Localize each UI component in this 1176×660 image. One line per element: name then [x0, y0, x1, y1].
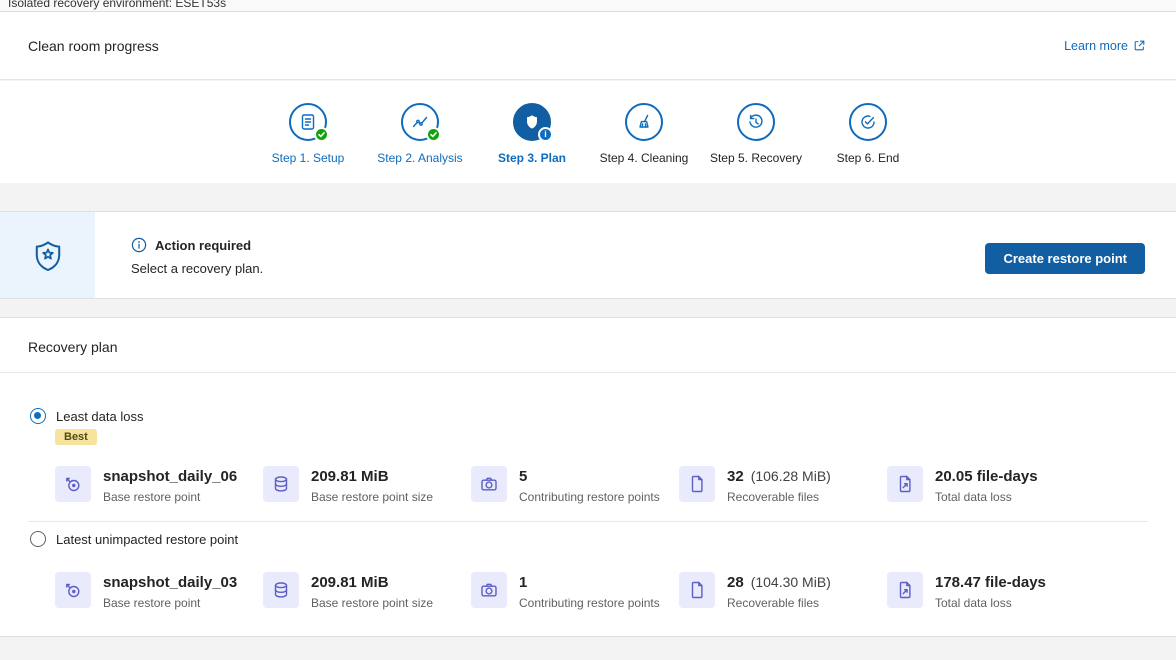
step-5-label: Step 5. Recovery — [710, 151, 802, 165]
file-arrow-icon — [887, 466, 923, 502]
stat-contributing-restore-points: 1 Contributing restore points — [471, 572, 679, 610]
plan-step-circle: i — [513, 103, 551, 141]
stat-label: Recoverable files — [727, 490, 831, 504]
step-4-cleaning[interactable]: Step 4. Cleaning — [588, 103, 700, 183]
database-icon — [263, 572, 299, 608]
divider — [0, 372, 1176, 373]
external-link-icon — [1133, 39, 1146, 52]
option-label: Least data loss — [56, 409, 143, 424]
step-3-plan[interactable]: i Step 3. Plan — [476, 103, 588, 183]
stat-value: 178.47 file-days — [935, 574, 1046, 591]
stat-label: Recoverable files — [727, 596, 831, 610]
divider — [28, 521, 1148, 522]
create-restore-point-button[interactable]: Create restore point — [985, 243, 1145, 274]
stat-value: snapshot_daily_06 — [103, 468, 237, 485]
step-1-setup[interactable]: Step 1. Setup — [252, 103, 364, 183]
stat-label: Base restore point — [103, 490, 244, 504]
least-data-loss-stats: snapshot_daily_06 Base restore point 209… — [55, 466, 1095, 504]
stat-value: 28 — [727, 574, 744, 591]
clean-room-progress-header: Clean room progress Learn more — [0, 12, 1176, 80]
step-2-analysis[interactable]: Step 2. Analysis — [364, 103, 476, 183]
recovery-restore-icon — [746, 112, 766, 132]
stat-recoverable-files: 32 (106.28 MiB) Recoverable files — [679, 466, 887, 504]
end-check-circle-icon — [858, 112, 878, 132]
end-step-circle — [849, 103, 887, 141]
option-least-data-loss[interactable]: Least data loss — [30, 408, 143, 424]
stat-value: 1 — [519, 574, 527, 591]
setup-step-circle — [289, 103, 327, 141]
restore-point-icon — [55, 572, 91, 608]
clean-room-stepper: Step 1. Setup Step 2. Analysis — [0, 81, 1176, 183]
environment-strip: Isolated recovery environment: ESET53s — [0, 0, 1176, 12]
radio-least-data-loss[interactable] — [30, 408, 46, 424]
stat-label: Contributing restore points — [519, 490, 660, 504]
steps: Step 1. Setup Step 2. Analysis — [252, 81, 924, 183]
learn-more-label: Learn more — [1064, 39, 1128, 53]
step-6-end[interactable]: Step 6. End — [812, 103, 924, 183]
step-4-label: Step 4. Cleaning — [600, 151, 689, 165]
info-badge-icon: i — [538, 127, 553, 142]
step-1-label: Step 1. Setup — [272, 151, 345, 165]
file-icon — [679, 466, 715, 502]
action-required-message: Select a recovery plan. — [131, 261, 263, 276]
stat-label: Total data loss — [935, 490, 1045, 504]
stat-total-data-loss: 178.47 file-days Total data loss — [887, 572, 1095, 610]
restore-point-icon — [55, 466, 91, 502]
check-badge-icon — [314, 127, 329, 142]
step-5-recovery[interactable]: Step 5. Recovery — [700, 103, 812, 183]
recovery-plan-title: Recovery plan — [28, 339, 118, 355]
action-required-banner: Action required Select a recovery plan. … — [0, 211, 1176, 299]
stat-base-restore-point-size: 209.81 MiB Base restore point size — [263, 572, 471, 610]
database-icon — [263, 466, 299, 502]
shield-star-icon — [31, 238, 65, 272]
stat-label: Base restore point size — [311, 490, 433, 504]
stat-total-data-loss: 20.05 file-days Total data loss — [887, 466, 1095, 504]
step-3-label: Step 3. Plan — [498, 151, 566, 165]
stat-value: 5 — [519, 468, 527, 485]
option-label: Latest unimpacted restore point — [56, 532, 238, 547]
option-latest-unimpacted[interactable]: Latest unimpacted restore point — [30, 531, 238, 547]
best-badge: Best — [55, 429, 97, 445]
radio-latest-unimpacted[interactable] — [30, 531, 46, 547]
stat-secondary: (106.28 MiB) — [751, 468, 831, 484]
stat-label: Base restore point size — [311, 596, 433, 610]
cleaning-broom-icon — [634, 112, 654, 132]
stat-contributing-restore-points: 5 Contributing restore points — [471, 466, 679, 504]
stat-base-restore-point-size: 209.81 MiB Base restore point size — [263, 466, 471, 504]
camera-icon — [471, 466, 507, 502]
stat-value: 32 — [727, 468, 744, 485]
action-required-title: Action required — [155, 238, 251, 253]
stat-value: 20.05 file-days — [935, 468, 1038, 485]
latest-unimpacted-stats: snapshot_daily_03 Base restore point 209… — [55, 572, 1095, 610]
stat-value: 209.81 MiB — [311, 468, 389, 485]
stat-label: Contributing restore points — [519, 596, 660, 610]
recovery-plan-section: Recovery plan Least data loss Best snaps… — [0, 317, 1176, 637]
analysis-step-circle — [401, 103, 439, 141]
step-2-label: Step 2. Analysis — [377, 151, 462, 165]
stat-label: Total data loss — [935, 596, 1053, 610]
stat-recoverable-files: 28 (104.30 MiB) Recoverable files — [679, 572, 887, 610]
banner-body: Action required Select a recovery plan. — [131, 237, 263, 276]
recovery-history-icon-circle — [737, 103, 775, 141]
info-circle-icon — [131, 237, 147, 253]
learn-more-link[interactable]: Learn more — [1064, 39, 1146, 53]
stat-value: 209.81 MiB — [311, 574, 389, 591]
stat-base-restore-point: snapshot_daily_06 Base restore point — [55, 466, 263, 504]
section-title-clean-room-progress: Clean room progress — [28, 38, 159, 54]
file-icon — [679, 572, 715, 608]
camera-icon — [471, 572, 507, 608]
stat-base-restore-point: snapshot_daily_03 Base restore point — [55, 572, 263, 610]
step-6-label: Step 6. End — [837, 151, 900, 165]
stat-value: snapshot_daily_03 — [103, 574, 237, 591]
banner-shield-area — [0, 212, 95, 298]
check-badge-icon — [426, 127, 441, 142]
stat-secondary: (104.30 MiB) — [751, 574, 831, 590]
file-arrow-icon — [887, 572, 923, 608]
cleaning-step-circle — [625, 103, 663, 141]
stat-label: Base restore point — [103, 596, 244, 610]
environment-label: Isolated recovery environment: ESET53s — [8, 0, 1176, 10]
